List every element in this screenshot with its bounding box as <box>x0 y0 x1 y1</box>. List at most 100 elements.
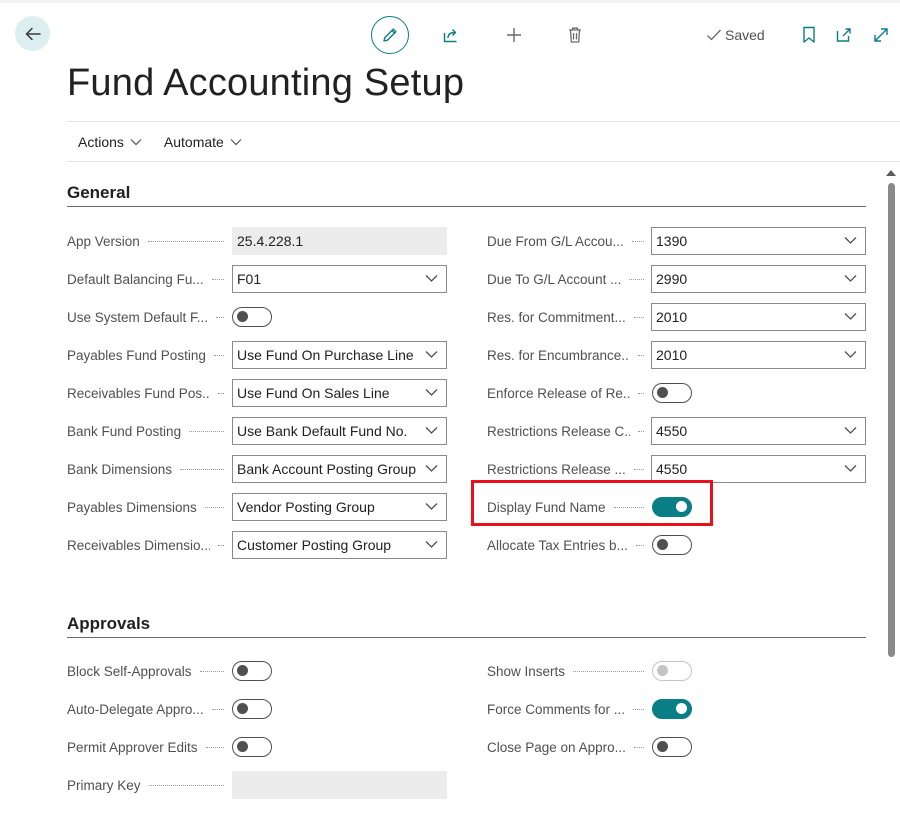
field-label[interactable]: Due From G/L Accou... <box>487 234 624 249</box>
chevron-down-icon <box>844 237 857 244</box>
automate-menu[interactable]: Automate <box>153 134 253 150</box>
field-use-system-default-f: Use System Default F... <box>67 303 208 331</box>
payables-dimensions-value: Vendor Posting Group <box>237 499 375 515</box>
edit-button[interactable] <box>371 16 409 54</box>
due-to-g-l-account-select[interactable]: 2990 <box>651 265 866 293</box>
field-label[interactable]: Block Self-Approvals <box>67 664 192 679</box>
field-label[interactable]: Close Page on Appro... <box>487 740 626 755</box>
payables-dimensions-select[interactable]: Vendor Posting Group <box>232 493 447 521</box>
field-leader-dots <box>189 431 224 432</box>
field-label[interactable]: Payables Dimensions <box>67 500 197 515</box>
field-leader-dots <box>148 785 224 786</box>
close-page-on-appro-toggle[interactable] <box>652 737 692 757</box>
approvals-section-title[interactable]: Approvals <box>67 614 150 634</box>
field-label[interactable]: Show Inserts <box>487 664 565 679</box>
toggle-knob <box>657 387 668 398</box>
field-leader-dots <box>635 545 644 546</box>
chevron-down-icon <box>425 389 438 396</box>
open-new-window-button[interactable] <box>831 22 857 48</box>
payables-fund-posting-value: Use Fund On Purchase Line <box>237 347 414 363</box>
scroll-up-arrow-icon[interactable] <box>886 170 896 176</box>
field-due-to-g-l-account: Due To G/L Account ... <box>487 265 621 293</box>
field-close-page-on-appro: Close Page on Appro... <box>487 733 626 761</box>
receivables-fund-pos-select[interactable]: Use Fund On Sales Line <box>232 379 447 407</box>
back-button[interactable] <box>15 16 50 51</box>
field-label[interactable]: Restrictions Release ... <box>487 462 626 477</box>
due-from-g-l-accou-select[interactable]: 1390 <box>651 227 866 255</box>
field-leader-dots <box>218 545 224 546</box>
res-for-commitment-value: 2010 <box>656 309 688 325</box>
field-receivables-dimensio: Receivables Dimensio... <box>67 531 210 559</box>
field-label[interactable]: Res. for Encumbrance... <box>487 348 630 363</box>
chevron-down-icon <box>130 138 142 145</box>
field-label[interactable]: Auto-Delegate Appro... <box>67 702 204 717</box>
toggle-knob <box>657 539 668 550</box>
permit-approver-edits-toggle[interactable] <box>232 737 272 757</box>
bank-fund-posting-select[interactable]: Use Bank Default Fund No. <box>232 417 447 445</box>
field-label[interactable]: Permit Approver Edits <box>67 740 198 755</box>
field-label[interactable]: App Version <box>67 234 140 249</box>
field-auto-delegate-appro: Auto-Delegate Appro... <box>67 695 204 723</box>
field-block-self-approvals: Block Self-Approvals <box>67 657 192 685</box>
expand-button[interactable] <box>868 22 894 48</box>
restrictions-release-select[interactable]: 4550 <box>651 455 866 483</box>
bank-dimensions-select[interactable]: Bank Account Posting Group <box>232 455 447 483</box>
field-label[interactable]: Due To G/L Account ... <box>487 272 621 287</box>
general-section-title[interactable]: General <box>67 183 130 203</box>
field-label[interactable]: Payables Fund Posting <box>67 348 206 363</box>
chevron-down-icon <box>425 541 438 548</box>
field-label[interactable]: Allocate Tax Entries b... <box>487 538 628 553</box>
field-leader-dots <box>147 241 224 242</box>
delete-button[interactable] <box>562 22 588 48</box>
section-divider <box>67 206 866 207</box>
bookmark-button[interactable] <box>796 22 822 48</box>
allocate-tax-entries-b-toggle[interactable] <box>652 535 692 555</box>
new-button[interactable] <box>501 22 527 48</box>
app-version-field[interactable]: 25.4.228.1 <box>232 227 447 255</box>
primary-key-field[interactable] <box>232 771 447 799</box>
field-leader-dots <box>204 507 224 508</box>
field-leader-dots <box>211 709 224 710</box>
field-label[interactable]: Force Comments for ... <box>487 702 625 717</box>
receivables-dimensio-select[interactable]: Customer Posting Group <box>232 531 447 559</box>
field-label[interactable]: Enforce Release of Re... <box>487 386 630 401</box>
auto-delegate-appro-toggle[interactable] <box>232 699 272 719</box>
actions-menu[interactable]: Actions <box>67 134 153 150</box>
field-label[interactable]: Res. for Commitment... <box>487 310 626 325</box>
res-for-commitment-select[interactable]: 2010 <box>651 303 866 331</box>
scrollbar-thumb[interactable] <box>888 183 895 657</box>
block-self-approvals-toggle[interactable] <box>232 661 272 681</box>
field-payables-fund-posting: Payables Fund Posting <box>67 341 206 369</box>
field-label[interactable]: Receivables Fund Pos... <box>67 386 210 401</box>
share-button[interactable] <box>438 22 464 48</box>
checkmark-icon <box>707 29 721 41</box>
saved-status: Saved <box>706 27 765 43</box>
chevron-down-icon <box>844 351 857 358</box>
field-leader-dots <box>638 355 644 356</box>
field-label[interactable]: Bank Dimensions <box>67 462 172 477</box>
field-app-version: App Version <box>67 227 140 255</box>
restrictions-release-value: 4550 <box>656 461 688 477</box>
chevron-down-icon <box>844 465 857 472</box>
payables-fund-posting-select[interactable]: Use Fund On Purchase Line <box>232 341 447 369</box>
use-system-default-f-toggle[interactable] <box>232 307 272 327</box>
field-leader-dots <box>218 393 224 394</box>
field-leader-dots <box>633 469 644 470</box>
res-for-encumbrance-value: 2010 <box>656 347 688 363</box>
field-leader-dots <box>633 747 644 748</box>
force-comments-for-toggle[interactable] <box>652 699 692 719</box>
field-label[interactable]: Bank Fund Posting <box>67 424 181 439</box>
field-leader-dots <box>573 671 644 672</box>
field-label[interactable]: Default Balancing Fu... <box>67 272 204 287</box>
restrictions-release-c-select[interactable]: 4550 <box>651 417 866 445</box>
field-label[interactable]: Receivables Dimensio... <box>67 538 210 553</box>
field-due-from-g-l-accou: Due From G/L Accou... <box>487 227 624 255</box>
res-for-encumbrance-select[interactable]: 2010 <box>651 341 866 369</box>
field-restrictions-release: Restrictions Release ... <box>487 455 626 483</box>
field-res-for-commitment: Res. for Commitment... <box>487 303 626 331</box>
field-label[interactable]: Use System Default F... <box>67 310 208 325</box>
field-label[interactable]: Restrictions Release C... <box>487 424 630 439</box>
enforce-release-of-re-toggle[interactable] <box>652 383 692 403</box>
field-label[interactable]: Primary Key <box>67 778 141 793</box>
default-balancing-fu-select[interactable]: F01 <box>232 265 447 293</box>
